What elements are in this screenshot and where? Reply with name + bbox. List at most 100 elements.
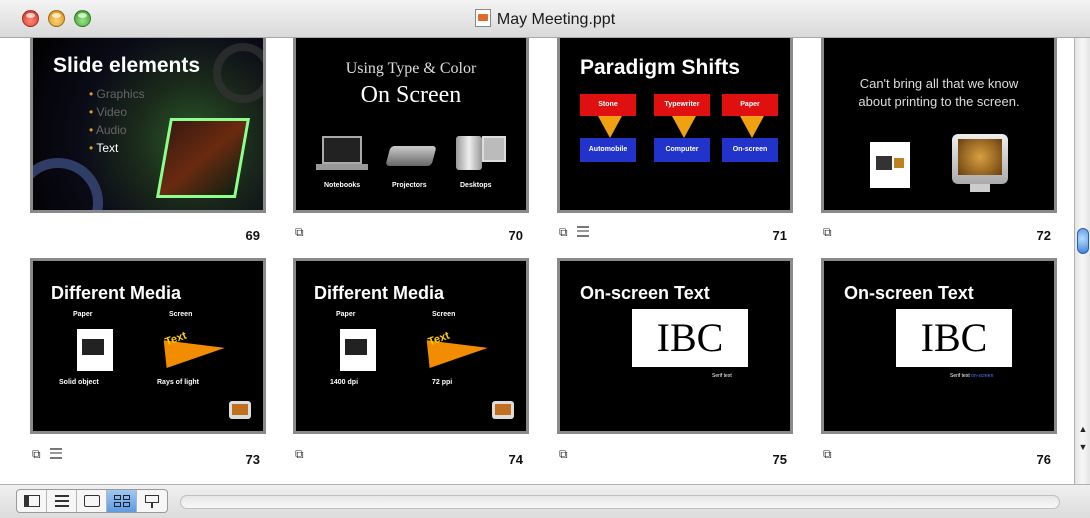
down-arrow-graphic: [740, 116, 764, 138]
paradigm-bottom-box: Computer: [654, 138, 710, 162]
slide-title-line1: Using Type & Color: [345, 60, 477, 77]
slide-number: 69: [245, 228, 260, 243]
transition-icon[interactable]: ⧉: [559, 226, 573, 238]
slide-meta-icons: ⧉: [823, 226, 837, 238]
slide-number: 72: [1036, 228, 1051, 243]
notes-icon[interactable]: [50, 448, 62, 459]
slide-thumbnail[interactable]: On-screen Text IBC Serif text on-screen: [821, 258, 1057, 434]
slide-meta-icons: ⧉: [295, 448, 309, 460]
view-switcher: [16, 489, 168, 513]
slide-sorter-view-icon: [113, 495, 130, 507]
transition-icon[interactable]: ⧉: [823, 448, 837, 460]
down-arrow-graphic: [672, 116, 696, 138]
slide-number: 74: [508, 452, 523, 467]
slide-number: 73: [245, 452, 260, 467]
slide-thumbnail[interactable]: Can't bring all that we know about print…: [821, 38, 1057, 213]
paradigm-top-box: Stone: [580, 94, 636, 116]
down-arrow-graphic: [598, 116, 622, 138]
notes-icon[interactable]: [577, 226, 589, 237]
column-label: Paper: [73, 311, 93, 318]
ibc-sample-box: IBC: [896, 309, 1012, 367]
projector-graphic: [385, 146, 437, 166]
window-title-area: May Meeting.ppt: [0, 9, 1090, 29]
slide-thumbnail[interactable]: Different Media Paper Screen Text 1400 d…: [293, 258, 529, 434]
normal-view-button[interactable]: [17, 490, 47, 512]
slide-title: Slide elements: [53, 54, 201, 77]
slide-text-line1: Can't bring all that we know: [859, 76, 1019, 91]
slide-meta-icons: ⧉: [559, 226, 589, 238]
slide-thumbnail[interactable]: Slide elements • Graphics • Video • Audi…: [30, 38, 266, 213]
film-reel-graphic: [33, 158, 103, 210]
caption-label: Rays of light: [157, 379, 200, 386]
paradigm-bottom-box: Automobile: [580, 138, 636, 162]
caption-label: 1400 dpi: [330, 379, 359, 386]
window-title: May Meeting.ppt: [496, 11, 616, 28]
horizontal-scrollbar[interactable]: [180, 495, 1060, 509]
slide-view-icon: [83, 495, 100, 507]
desktop-monitor-graphic: [482, 136, 506, 162]
outline-view-icon: [54, 495, 69, 507]
monitor-mini-graphic: [492, 401, 514, 419]
slide-number: 76: [1036, 452, 1051, 467]
slide-number: 75: [772, 452, 787, 467]
paradigm-top-box: Typewriter: [654, 94, 710, 116]
caption-label: Solid object: [59, 379, 99, 386]
vertical-scrollbar[interactable]: ▲ ▼: [1074, 38, 1090, 484]
slide-title: On-screen Text: [580, 283, 710, 303]
slide-show-icon: [145, 494, 159, 508]
bullet-item: • Graphics: [89, 87, 145, 101]
bullet-item: • Video: [89, 105, 128, 119]
slide-show-button[interactable]: [137, 490, 167, 512]
paper-graphic: [77, 329, 113, 371]
slide-thumbnail[interactable]: Using Type & Color On Screen Notebooks P…: [293, 38, 529, 213]
view-toolbar: [0, 484, 1090, 518]
slide-meta-icons: ⧉: [823, 448, 837, 460]
transition-icon[interactable]: ⧉: [559, 448, 573, 460]
bullet-list: • Graphics • Video • Audio • Text: [89, 85, 145, 157]
sample-caption: Serif text on-screen: [950, 373, 994, 379]
transition-icon[interactable]: ⧉: [32, 448, 46, 460]
device-label: Desktops: [460, 182, 492, 189]
slide-view-button[interactable]: [77, 490, 107, 512]
slide-title: Paradigm Shifts: [580, 56, 740, 79]
transition-icon[interactable]: ⧉: [295, 448, 309, 460]
monitor-mini-graphic: [229, 401, 251, 419]
title-bar: May Meeting.ppt: [0, 0, 1090, 38]
slide-thumbnail[interactable]: Different Media Paper Screen Text Solid …: [30, 258, 266, 434]
transition-icon[interactable]: ⧉: [295, 226, 309, 238]
desktop-tower-graphic: [456, 136, 482, 170]
slide-text-line2: about printing to the screen.: [858, 94, 1020, 109]
slide-meta-icons: ⧉: [32, 448, 62, 460]
slide-title: Different Media: [51, 283, 182, 303]
sample-caption: Serif text: [712, 373, 732, 379]
bullet-item: • Audio: [89, 123, 127, 137]
slide-meta-icons: ⧉: [295, 226, 309, 238]
column-label: Paper: [336, 311, 356, 318]
slide-sorter-view-button[interactable]: [107, 490, 137, 512]
slide-title-line2: On Screen: [360, 82, 462, 108]
paradigm-top-box: Paper: [722, 94, 778, 116]
scroll-up-arrow[interactable]: ▲: [1077, 422, 1089, 436]
slide-number: 70: [508, 228, 523, 243]
slide-sorter-area: Slide elements • Graphics • Video • Audi…: [0, 38, 1074, 484]
device-label: Notebooks: [324, 182, 361, 189]
paper-graphic: [340, 329, 376, 371]
film-reel-graphic-2: [213, 43, 263, 103]
notebook-graphic: [322, 136, 362, 164]
ibc-sample-box: IBC: [632, 309, 748, 367]
outline-view-button[interactable]: [47, 490, 77, 512]
monitor-stand-graphic: [970, 184, 990, 192]
column-label: Screen: [169, 311, 193, 318]
transition-icon[interactable]: ⧉: [823, 226, 837, 238]
caption-label: 72 ppi: [432, 379, 453, 386]
scroll-down-arrow[interactable]: ▼: [1077, 440, 1089, 454]
slide-thumbnail[interactable]: On-screen Text IBC Serif text: [557, 258, 793, 434]
printed-page-graphic: [870, 142, 910, 188]
normal-view-icon: [23, 495, 40, 507]
scrollbar-thumb[interactable]: [1077, 228, 1089, 254]
device-label: Projectors: [392, 182, 427, 189]
slide-title: On-screen Text: [844, 283, 974, 303]
slide-title: Different Media: [314, 283, 445, 303]
slide-thumbnail[interactable]: Paradigm Shifts Stone Typewriter Paper A…: [557, 38, 793, 213]
notebook-base-graphic: [316, 164, 368, 170]
